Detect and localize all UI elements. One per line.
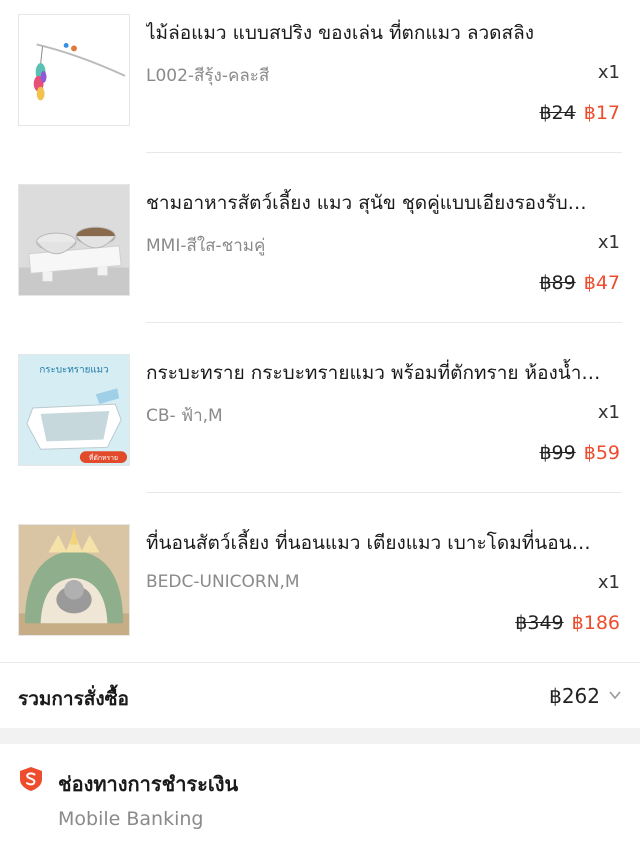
payment-section[interactable]: ช่องทางการชำระเงิน Mobile Banking: [0, 744, 640, 855]
order-item[interactable]: ชามอาหารสัตว์เลี้ยง แมว สุนัข ชุดคู่แบบเ…: [0, 170, 640, 340]
order-total-label: รวมการสั่งซื้อ: [18, 688, 129, 710]
item-divider: [146, 322, 622, 323]
original-price: ฿349: [515, 612, 564, 634]
order-item[interactable]: ไม้ล่อแมว แบบสปริง ของเล่น ที่ตกแมว ลวดส…: [0, 0, 640, 170]
sale-price: ฿186: [571, 612, 620, 634]
product-quantity: x1: [597, 62, 620, 83]
chevron-down-icon[interactable]: [608, 688, 622, 702]
product-quantity: x1: [597, 572, 620, 593]
price-group: ฿24 ฿17: [539, 102, 620, 124]
product-thumbnail[interactable]: กระบะทรายแมว ที่ตักทราย: [18, 354, 130, 466]
original-price: ฿24: [539, 102, 576, 124]
thumb-badge: ที่ตักทราย: [89, 453, 118, 462]
product-thumbnail[interactable]: [18, 184, 130, 296]
sale-price: ฿17: [583, 102, 620, 124]
product-variant: BEDC-UNICORN,M: [146, 572, 300, 592]
product-title[interactable]: ที่นอนสัตว์เลี้ยง ที่นอนแมว เตียงแมว เบา…: [146, 528, 622, 558]
item-divider: [146, 152, 622, 153]
price-group: ฿89 ฿47: [539, 272, 620, 294]
sale-price: ฿47: [583, 272, 620, 294]
original-price: ฿89: [539, 272, 576, 294]
thumb-caption: กระบะทรายแมว: [39, 365, 108, 376]
shield-s-icon: [20, 767, 42, 791]
product-quantity: x1: [597, 232, 620, 253]
product-variant: MMI-สีใส-ชามคู่: [146, 236, 266, 256]
cat-teaser-toy-image: [19, 15, 129, 125]
pet-bowl-image: [19, 185, 129, 295]
product-variant: L002-สีรุ้ง-คละสี: [146, 66, 270, 86]
item-divider: [146, 492, 622, 493]
section-gap: [0, 728, 640, 744]
price-group: ฿349 ฿186: [515, 612, 620, 634]
payment-method-title: ช่องทางการชำระเงิน: [58, 772, 239, 796]
litter-box-image: กระบะทรายแมว ที่ตักทราย: [19, 355, 129, 465]
product-title[interactable]: ไม้ล่อแมว แบบสปริง ของเล่น ที่ตกแมว ลวดส…: [146, 18, 622, 48]
product-thumbnail[interactable]: [18, 14, 130, 126]
order-item[interactable]: ที่นอนสัตว์เลี้ยง ที่นอนแมว เตียงแมว เบา…: [0, 510, 640, 680]
product-title[interactable]: กระบะทราย กระบะทรายแมว พร้อมที่ตักทราย ห…: [146, 358, 622, 388]
product-title[interactable]: ชามอาหารสัตว์เลี้ยง แมว สุนัข ชุดคู่แบบเ…: [146, 188, 622, 218]
order-total-row[interactable]: รวมการสั่งซื้อ ฿262: [0, 664, 640, 728]
product-variant: CB- ฟ้า,M: [146, 406, 223, 426]
order-total-value: ฿262: [549, 684, 600, 708]
product-quantity: x1: [597, 402, 620, 423]
product-thumbnail[interactable]: [18, 524, 130, 636]
cat-bed-image: [19, 525, 129, 635]
original-price: ฿99: [539, 442, 576, 464]
order-item[interactable]: กระบะทรายแมว ที่ตักทราย กระบะทราย กระบะท…: [0, 340, 640, 510]
price-group: ฿99 ฿59: [539, 442, 620, 464]
payment-method-value[interactable]: Mobile Banking: [58, 808, 203, 830]
sale-price: ฿59: [583, 442, 620, 464]
order-items-card: ไม้ล่อแมว แบบสปริง ของเล่น ที่ตกแมว ลวดส…: [0, 0, 640, 728]
item-divider: [0, 662, 640, 663]
